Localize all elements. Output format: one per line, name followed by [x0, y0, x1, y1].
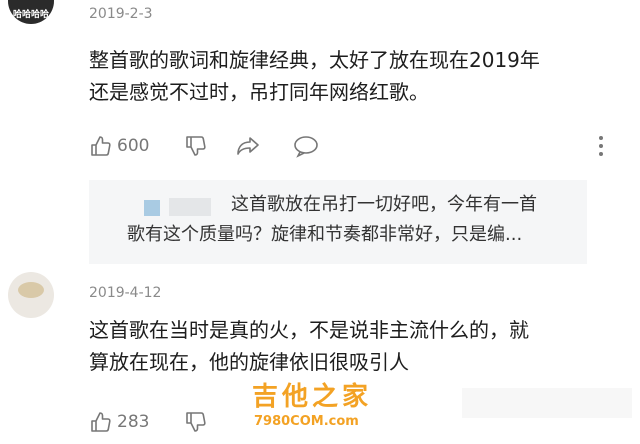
like-button[interactable]: 600	[89, 134, 149, 158]
comment-date: 2019-4-12	[89, 285, 162, 301]
comment-line: 算放在现在，他的旋律依旧很吸引人	[89, 350, 409, 374]
comment-line: 整首歌的歌词和旋律经典，太好了放在现在2019年	[89, 48, 540, 72]
share-icon	[235, 134, 261, 158]
thumbs-down-icon	[184, 410, 208, 434]
reply-line: 这首歌放在吊打一切好吧，今年有一首	[231, 194, 537, 215]
comment-text: 整首歌的歌词和旋律经典，太好了放在现在2019年 还是感觉不过时，吊打同年网络红…	[89, 44, 619, 108]
like-count: 283	[117, 412, 150, 432]
thumbs-up-icon	[89, 410, 113, 434]
watermark-title: 吉他之家	[252, 382, 373, 412]
avatar[interactable]: 哈哈哈哈	[8, 0, 54, 24]
comment-line: 还是感觉不过时，吊打同年网络红歌。	[89, 80, 429, 104]
more-button[interactable]	[597, 134, 605, 158]
comment-text: 这首歌在当时是真的火，不是说非主流什么的，就 算放在现在，他的旋律依旧很吸引人	[89, 314, 619, 378]
blurred-avatar	[144, 200, 160, 216]
comment-line: 这首歌在当时是真的火，不是说非主流什么的，就	[89, 318, 529, 342]
blurred-username	[169, 198, 211, 216]
watermark-url: 7980COM.com	[254, 414, 359, 429]
reply-line: 歌有这个质量吗？旋律和节奏都非常好，只是编...	[127, 224, 523, 245]
thumbs-up-icon	[89, 134, 113, 158]
thumbs-down-icon	[184, 134, 208, 158]
reply-button[interactable]	[293, 134, 319, 158]
comment-date: 2019-2-3	[89, 6, 153, 22]
dislike-button[interactable]	[184, 134, 208, 158]
comment-actions: 600	[89, 134, 619, 160]
comment-icon	[293, 134, 319, 158]
reply-text: 这首歌放在吊打一切好吧，今年有一首	[231, 190, 587, 220]
like-button[interactable]: 283	[89, 410, 149, 434]
avatar-image	[18, 282, 44, 298]
share-button[interactable]	[235, 134, 261, 158]
more-icon	[597, 134, 605, 158]
avatar-label: 哈哈哈哈	[12, 10, 49, 20]
dislike-button[interactable]	[184, 410, 208, 434]
reply-text: 歌有这个质量吗？旋律和节奏都非常好，只是编...	[127, 220, 587, 250]
reply-preview[interactable]: 这首歌放在吊打一切好吧，今年有一首 歌有这个质量吗？旋律和节奏都非常好，只是编.…	[89, 180, 587, 264]
avatar[interactable]	[8, 272, 54, 318]
like-count: 600	[117, 136, 150, 156]
